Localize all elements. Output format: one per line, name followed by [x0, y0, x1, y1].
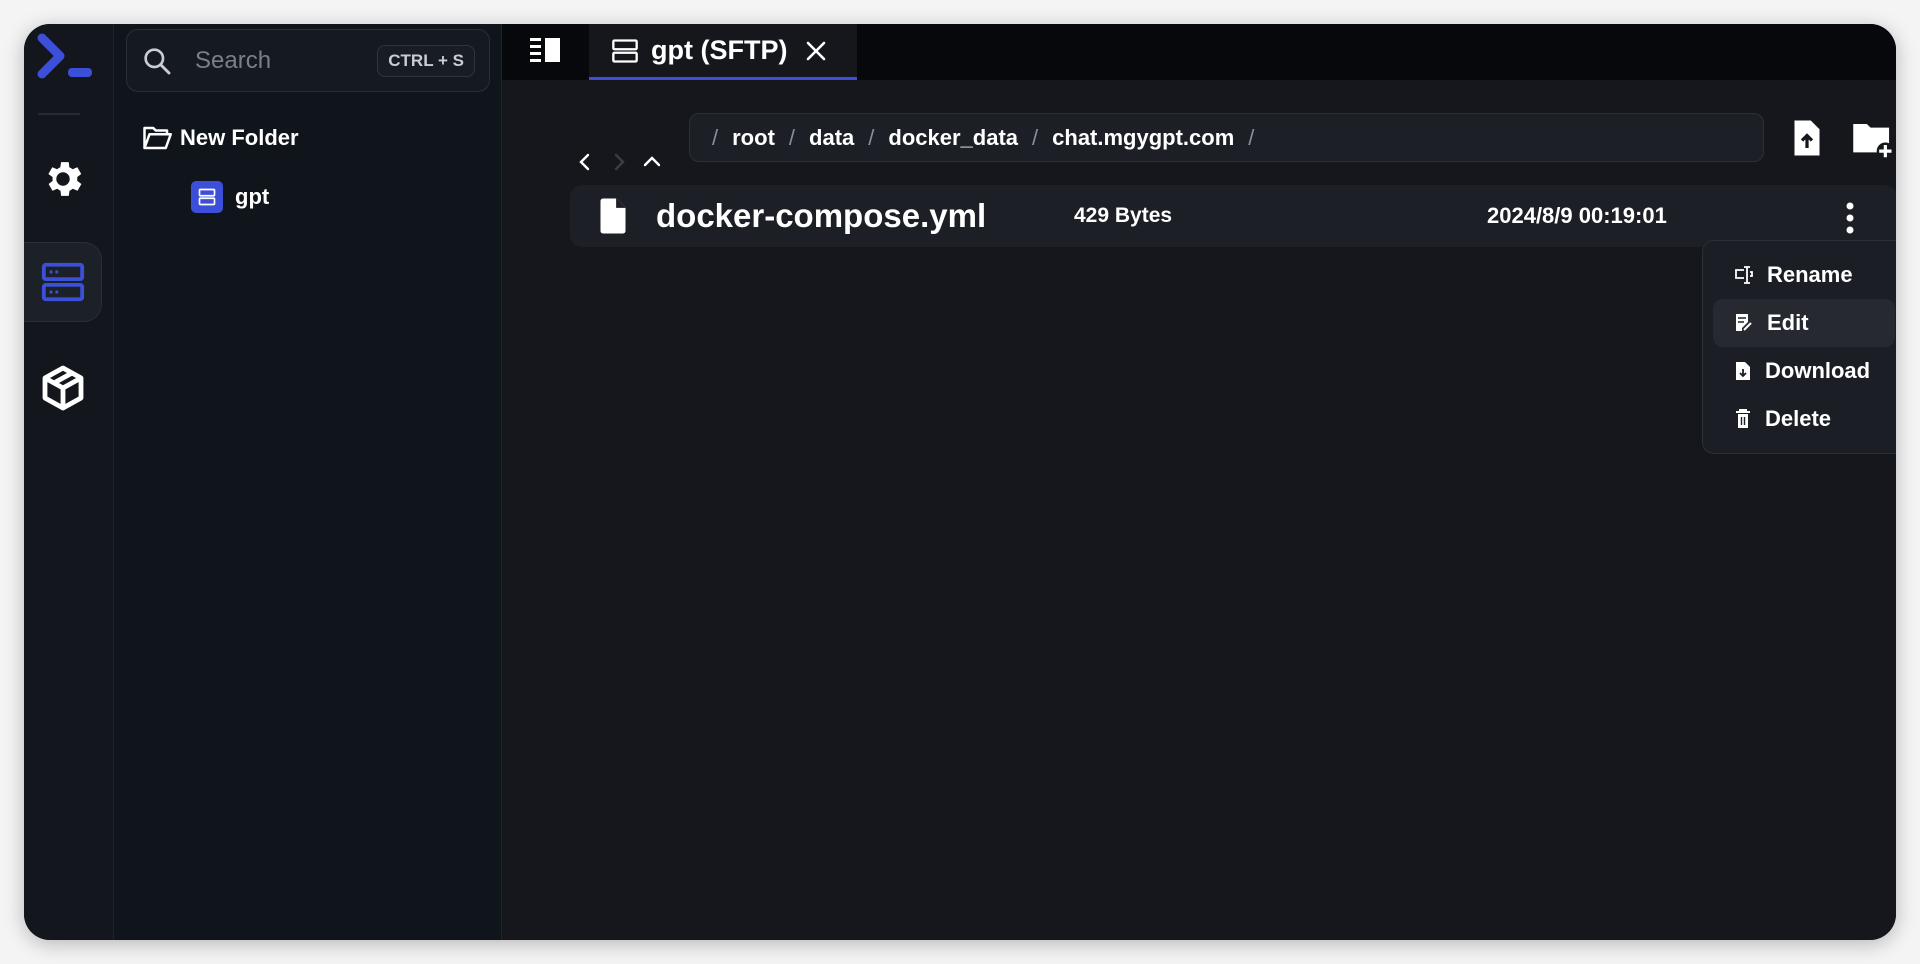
path-breadcrumb[interactable]: / root / data / docker_data / chat.mgygp… [689, 113, 1764, 162]
hosts-sidebar: Search CTRL + S New Folder gpt [114, 24, 502, 940]
new-folder-icon[interactable] [1852, 120, 1894, 160]
trash-icon [1736, 409, 1750, 428]
gear-icon [48, 162, 82, 196]
file-name: docker-compose.yml [656, 197, 987, 234]
sftp-panel: gpt (SFTP) / root / data / docker_data /… [502, 24, 1896, 940]
close-icon[interactable] [805, 40, 827, 62]
file-modified: 2024/8/9 00:19:01 [1487, 203, 1667, 228]
up-directory-icon[interactable] [642, 154, 662, 168]
menu-item-download[interactable]: Download [1713, 347, 1895, 395]
tab-bar: gpt (SFTP) [502, 24, 1896, 80]
nav-rail [24, 24, 114, 940]
tab-label: gpt (SFTP) [651, 35, 788, 65]
server-icon [41, 262, 84, 302]
breadcrumb-segment[interactable]: docker_data [888, 125, 1018, 151]
server-icon [612, 38, 638, 63]
tab-gpt-sftp[interactable]: gpt (SFTP) [589, 24, 857, 80]
terminal-logo-icon [37, 33, 92, 79]
rename-icon [1735, 266, 1753, 284]
folder-open-icon [143, 126, 172, 150]
path-separator: / [712, 124, 719, 150]
tree-host-label: gpt [235, 184, 270, 209]
more-options-icon[interactable] [1844, 202, 1856, 234]
file-size: 429 Bytes [1074, 204, 1173, 227]
menu-item-label: Download [1765, 358, 1871, 383]
path-separator: / [868, 124, 875, 150]
menu-item-label: Rename [1767, 262, 1853, 287]
back-icon[interactable] [578, 152, 592, 172]
app-window: Search CTRL + S New Folder gpt gpt (SFTP… [24, 24, 1896, 940]
file-icon [600, 198, 626, 234]
rail-hosts-button[interactable] [24, 242, 102, 322]
menu-item-rename[interactable]: Rename [1713, 251, 1895, 299]
path-separator: / [788, 124, 796, 150]
rail-settings-button[interactable] [24, 139, 102, 219]
file-context-menu: Rename Edit Download Delete [1702, 240, 1896, 454]
menu-item-delete[interactable]: Delete [1713, 395, 1895, 443]
edit-icon [1736, 314, 1752, 331]
breadcrumb-segment[interactable]: chat.mgygpt.com [1052, 125, 1234, 151]
tree-host-gpt[interactable]: gpt [191, 181, 269, 213]
path-separator: / [1032, 124, 1039, 150]
menu-item-label: Delete [1765, 406, 1832, 431]
breadcrumb-segment[interactable]: data [809, 125, 854, 151]
menu-item-edit[interactable]: Edit [1713, 299, 1895, 347]
tree-folder-new-folder[interactable]: New Folder [142, 124, 299, 152]
tree-folder-label: New Folder [180, 125, 299, 150]
rail-divider [38, 113, 80, 115]
path-separator: / [1248, 124, 1255, 150]
upload-file-icon[interactable] [1792, 118, 1822, 158]
server-icon [191, 181, 223, 213]
package-icon [42, 365, 84, 411]
menu-item-label: Edit [1767, 310, 1809, 335]
download-file-icon [1736, 362, 1750, 380]
file-row[interactable]: docker-compose.yml 429 Bytes 2024/8/9 00… [570, 185, 1896, 247]
forward-icon[interactable] [612, 152, 626, 172]
search-placeholder: Search [195, 46, 272, 74]
sidebar-toggle-icon[interactable] [530, 36, 562, 64]
rail-packages-button[interactable] [24, 348, 102, 428]
search-shortcut-badge: CTRL + S [377, 44, 475, 77]
search-icon [144, 47, 171, 74]
search-input[interactable]: Search CTRL + S [126, 29, 490, 92]
breadcrumb-segment[interactable]: root [732, 125, 775, 151]
